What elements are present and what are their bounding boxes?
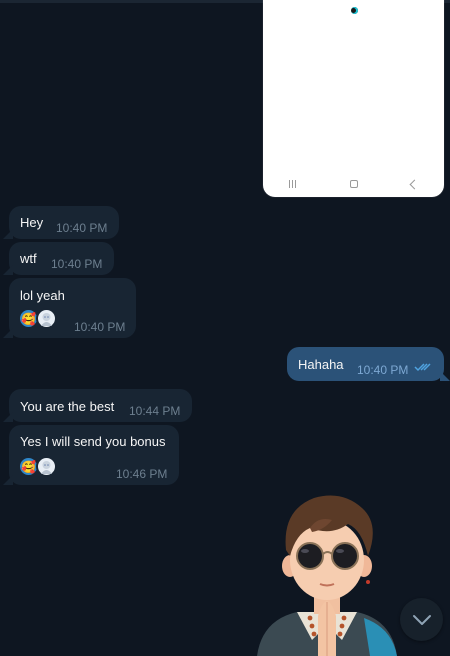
outgoing-message-bubble[interactable]: Hahaha 10:40 PM xyxy=(287,347,444,381)
avatar-icon xyxy=(41,313,52,326)
message-text: You are the best xyxy=(20,399,115,414)
chevron-down-icon xyxy=(412,614,431,625)
message-text: Yes I will send you bonus xyxy=(20,434,166,449)
message-bubble[interactable]: You are the best 10:44 PM xyxy=(9,389,192,422)
message-bubble[interactable]: Yes I will send you bonus 🥰 10:46 PM xyxy=(9,425,179,485)
camera-dot xyxy=(351,7,358,14)
avatar-icon xyxy=(41,461,52,474)
home-icon xyxy=(349,180,358,188)
message-bubble[interactable]: Hey 10:40 PM xyxy=(9,206,119,239)
message-time: 10:46 PM xyxy=(116,467,168,481)
message-time: 10:40 PM xyxy=(357,363,409,377)
message-time: 10:40 PM xyxy=(74,320,126,334)
recents-icon xyxy=(289,180,297,188)
message-text: Hahaha xyxy=(298,357,344,372)
message-bubble[interactable]: wtf 10:40 PM xyxy=(9,242,114,275)
shared-phone-screenshot[interactable] xyxy=(263,0,444,197)
message-time: 10:40 PM xyxy=(56,221,108,235)
reactions-row[interactable]: 🥰 xyxy=(18,456,57,477)
message-time: 10:44 PM xyxy=(129,404,181,418)
message-text: lol yeah xyxy=(20,288,65,303)
message-time: 10:40 PM xyxy=(51,257,103,271)
double-check-icon xyxy=(414,363,431,372)
reactions-row[interactable]: 🥰 xyxy=(18,308,57,329)
message-bubble[interactable]: lol yeah 🥰 10:40 PM xyxy=(9,278,136,338)
back-icon xyxy=(409,179,420,189)
android-navigation-bar xyxy=(263,177,444,191)
user-avatar[interactable] xyxy=(36,308,57,329)
boy-with-sunglasses-sticker[interactable] xyxy=(252,490,402,656)
message-text: Hey xyxy=(20,215,44,230)
message-text: wtf xyxy=(20,251,37,266)
scroll-to-bottom-button[interactable] xyxy=(400,598,443,641)
user-avatar[interactable] xyxy=(36,456,57,477)
